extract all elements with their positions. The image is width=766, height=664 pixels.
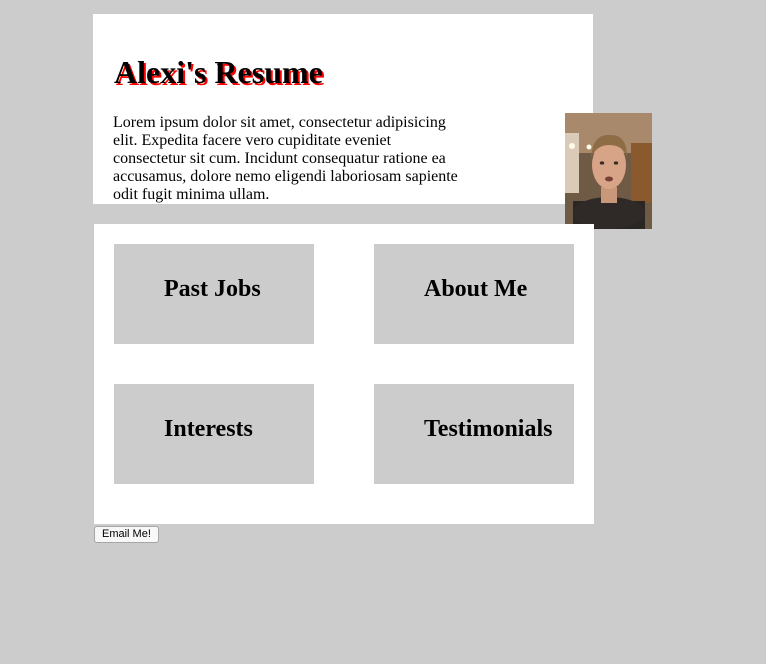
- header-panel: Alexi's Resume Lorem ipsum dolor sit ame…: [93, 14, 652, 229]
- interests-label: Interests: [164, 416, 253, 442]
- past-jobs-tile[interactable]: Past Jobs: [114, 244, 314, 344]
- sections-panel: Past Jobs About Me Interests Testimonial…: [94, 224, 594, 524]
- past-jobs-label: Past Jobs: [164, 276, 261, 302]
- about-me-label: About Me: [424, 276, 528, 302]
- intro-paragraph: Lorem ipsum dolor sit amet, consectetur …: [113, 114, 458, 203]
- testimonials-label: Testimonials: [424, 416, 553, 442]
- profile-photo: [565, 113, 652, 229]
- about-me-tile[interactable]: About Me: [374, 244, 574, 344]
- testimonials-tile[interactable]: Testimonials: [374, 384, 574, 484]
- interests-tile[interactable]: Interests: [114, 384, 314, 484]
- email-me-button[interactable]: Email Me!: [94, 526, 159, 543]
- page-title: Alexi's Resume: [114, 54, 323, 90]
